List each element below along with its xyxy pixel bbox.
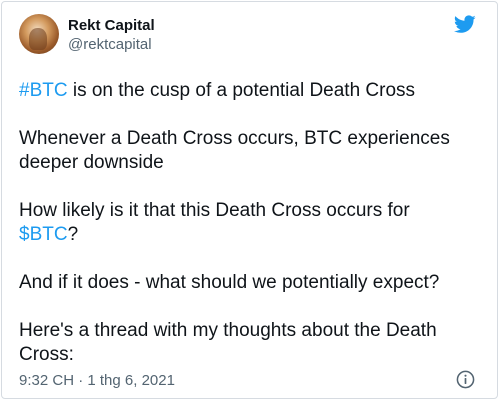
author-handle[interactable]: @rektcapital	[68, 36, 152, 53]
cashtag-link[interactable]: $BTC	[19, 224, 68, 245]
tweet-paragraph: Here's a thread with my thoughts about t…	[19, 319, 484, 367]
text: Whenever a Death Cross occurs, BTC exper…	[19, 128, 450, 149]
twitter-bird-icon[interactable]	[454, 15, 476, 34]
tweet-timestamp[interactable]: 9:32 CH · 1 thg 6, 2021	[19, 372, 175, 389]
tweet-paragraph: And if it does - what should we potentia…	[19, 271, 484, 295]
tweet-paragraph: Whenever a Death Cross occurs, BTC exper…	[19, 127, 484, 175]
tweet-card: Rekt Capital @rektcapital #BTC is on the…	[1, 1, 498, 399]
text: ?	[67, 224, 79, 245]
author-name[interactable]: Rekt Capital	[68, 17, 155, 34]
hashtag-link[interactable]: #BTC	[19, 80, 68, 101]
tweet-paragraph: #BTC is on the cusp of a potential Death…	[19, 79, 484, 103]
text: And if it does - what should we potentia…	[19, 272, 440, 293]
text: is on the cusp of a potential Death Cros…	[67, 80, 416, 101]
text: deeper downside	[19, 152, 164, 173]
text: Here's a thread with my thoughts about t…	[19, 320, 437, 341]
avatar[interactable]	[19, 14, 59, 54]
text: How likely is it that this Death Cross o…	[19, 200, 410, 221]
info-icon[interactable]	[456, 370, 475, 389]
tweet-body: #BTC is on the cusp of a potential Death…	[19, 79, 484, 391]
tweet-paragraph: How likely is it that this Death Cross o…	[19, 199, 484, 247]
text: Cross:	[19, 344, 74, 365]
